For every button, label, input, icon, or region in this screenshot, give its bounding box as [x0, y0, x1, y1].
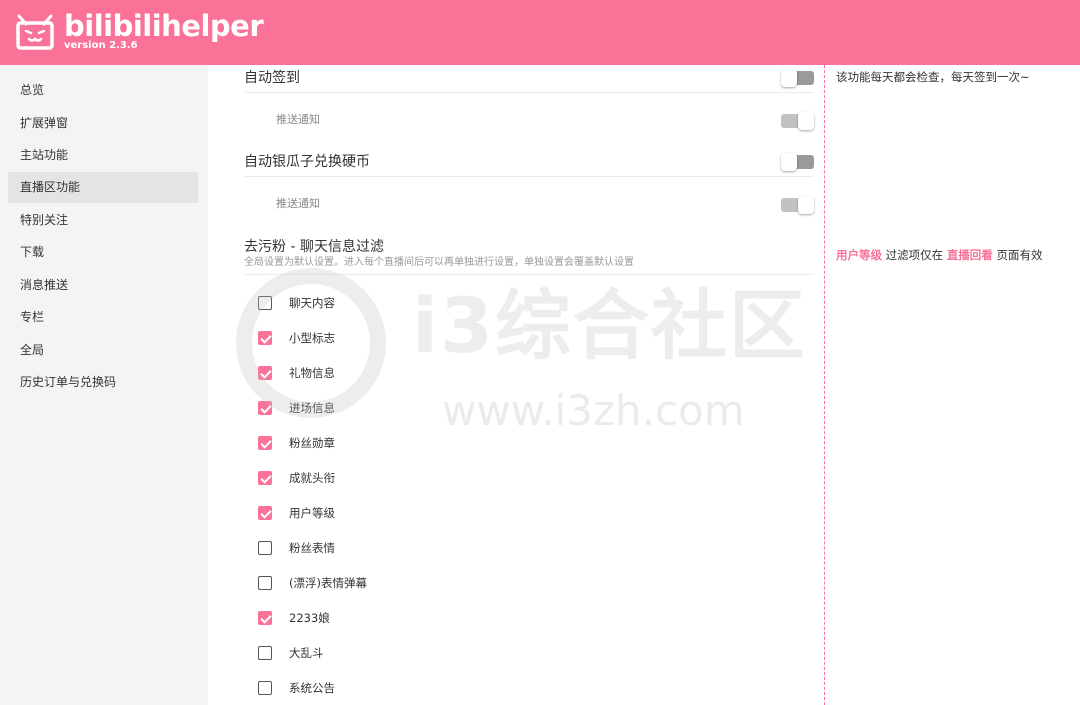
sidebar-item-global[interactable]: 全局 — [8, 335, 198, 366]
sidebar-item-download[interactable]: 下载 — [8, 237, 198, 268]
filter-option-label: 礼物信息 — [289, 366, 335, 380]
desc-text: 过滤项仅在 — [882, 248, 947, 262]
checkbox-checked-icon[interactable] — [258, 366, 272, 380]
row-divider — [244, 92, 814, 93]
filter-option-label: 大乱斗 — [289, 646, 324, 660]
sidebar-item-live[interactable]: 直播区功能 — [8, 172, 198, 203]
auto-sign-push-label: 推送通知 — [276, 113, 320, 126]
sidebar-item-push[interactable]: 消息推送 — [8, 270, 198, 301]
sidebar-item-orders[interactable]: 历史订单与兑换码 — [8, 367, 198, 398]
silver-coin-push-label: 推送通知 — [276, 197, 320, 210]
auto-sign-description: 该功能每天都会检查，每天签到一次~ — [836, 70, 1030, 84]
checkbox-unchecked-icon[interactable] — [258, 681, 272, 695]
checkbox-checked-icon[interactable] — [258, 331, 272, 345]
filter-option-label: 2233娘 — [289, 611, 330, 625]
checkbox-unchecked-icon[interactable] — [258, 541, 272, 555]
auto-sign-toggle[interactable] — [781, 69, 814, 87]
checkbox-unchecked-icon[interactable] — [258, 576, 272, 590]
filter-option-label: 系统公告 — [289, 681, 335, 695]
toggle-knob — [798, 196, 814, 214]
chat-filter-subtitle: 全局设置为默认设置。进入每个直播间后可以再单独进行设置，单独设置会覆盖默认设置 — [244, 257, 634, 268]
checkbox-checked-icon[interactable] — [258, 471, 272, 485]
sidebar-item-popup[interactable]: 扩展弹窗 — [8, 108, 198, 139]
bilibili-tv-face-icon — [16, 14, 54, 50]
desc-highlight-replay: 直播回看 — [946, 248, 993, 262]
app-header: bilibilihelper version 2.3.6 — [0, 0, 1080, 65]
checkbox-unchecked-icon[interactable] — [258, 646, 272, 660]
filter-option-label: 粉丝勋章 — [289, 436, 335, 450]
description-divider — [824, 65, 825, 705]
chat-filter-title: 去污粉 - 聊天信息过滤 — [244, 239, 384, 255]
brand-name: bilibilihelper — [64, 9, 264, 43]
silver-coin-title: 自动银瓜子兑换硬币 — [244, 154, 370, 170]
checkbox-checked-icon[interactable] — [258, 506, 272, 520]
filter-option-label: 用户等级 — [289, 506, 335, 520]
sidebar-item-special-follow[interactable]: 特别关注 — [8, 205, 198, 236]
row-divider — [244, 176, 814, 177]
filter-option-label: 聊天内容 — [289, 296, 335, 310]
version-label: version 2.3.6 — [64, 40, 138, 51]
silver-coin-toggle[interactable] — [781, 153, 814, 171]
checkbox-checked-icon[interactable] — [258, 611, 272, 625]
toggle-knob — [781, 153, 797, 171]
sidebar-item-overview[interactable]: 总览 — [8, 75, 198, 106]
filter-option-label: 成就头衔 — [289, 471, 335, 485]
checkbox-unchecked-icon[interactable] — [258, 296, 272, 310]
toggle-knob — [798, 112, 814, 130]
auto-sign-push-toggle[interactable] — [781, 112, 814, 130]
filter-option-label: 进场信息 — [289, 401, 335, 415]
sidebar-item-main-site[interactable]: 主站功能 — [8, 140, 198, 171]
auto-sign-title: 自动签到 — [244, 70, 300, 86]
desc-highlight-user-level: 用户等级 — [836, 248, 882, 262]
silver-coin-push-toggle[interactable] — [781, 196, 814, 214]
chat-filter-description: 用户等级 过滤项仅在 直播回看 页面有效 — [836, 247, 1042, 263]
checkbox-checked-icon[interactable] — [258, 436, 272, 450]
checkbox-checked-icon[interactable] — [258, 401, 272, 415]
sidebar-item-column[interactable]: 专栏 — [8, 302, 198, 333]
filter-option-label: (漂浮)表情弹幕 — [289, 576, 367, 590]
filter-option-label: 粉丝表情 — [289, 541, 335, 555]
toggle-knob — [781, 69, 797, 87]
row-divider — [244, 274, 814, 275]
filter-option-label: 小型标志 — [289, 331, 335, 345]
desc-text: 页面有效 — [992, 248, 1043, 262]
